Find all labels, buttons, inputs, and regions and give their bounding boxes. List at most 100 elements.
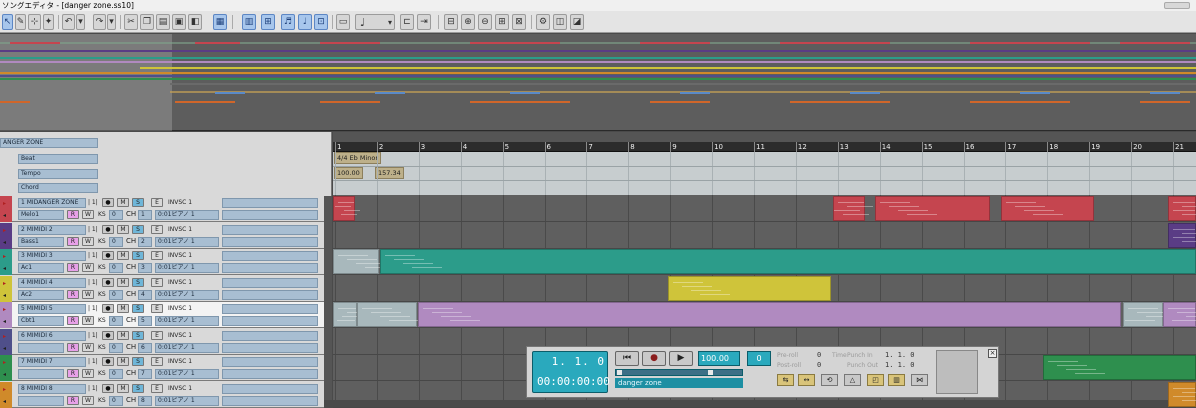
track-device-field[interactable] [222, 357, 318, 367]
track-device-field[interactable] [222, 277, 318, 288]
track-header[interactable]: ▸ ◂ 3 MIMIDI 3 | 1| ● M S E INVSC 1 Ac1 R… [0, 249, 324, 275]
save-icon[interactable]: ▭ [336, 14, 350, 30]
patch-detail-field[interactable] [222, 316, 318, 326]
read-button[interactable]: R [67, 236, 79, 246]
score-icon[interactable]: ◪ [570, 14, 584, 30]
midi-clip[interactable] [1168, 222, 1196, 248]
overview-viewport[interactable] [0, 34, 172, 131]
solo-button[interactable]: S [132, 383, 144, 393]
grid-icon[interactable]: ▥ [242, 14, 256, 30]
solo-button[interactable]: S [132, 198, 144, 207]
track-device-field[interactable] [222, 383, 318, 394]
expand-icon[interactable]: ▸ [3, 200, 6, 207]
rec-button[interactable]: ● [102, 330, 114, 340]
patch-field[interactable]: 0:01ピアノ 1 [155, 236, 219, 247]
track-remove-icon[interactable]: ⊖ [478, 14, 492, 30]
post-roll-value[interactable]: 0 [817, 361, 821, 369]
channel-value[interactable]: 8 [138, 395, 152, 406]
view-icon[interactable]: ▦ [213, 14, 227, 30]
redo-icon[interactable]: ↷ [93, 14, 106, 30]
write-button[interactable]: W [82, 210, 94, 219]
ks-value[interactable]: 0 [109, 369, 123, 379]
channel-value[interactable]: 3 [138, 263, 152, 273]
ks-value[interactable]: 0 [109, 236, 123, 247]
expand-icon[interactable]: ▸ [3, 306, 6, 313]
ks-value[interactable]: 0 [109, 395, 123, 406]
midi-clip[interactable] [1163, 302, 1196, 327]
track-header[interactable]: ▸ ◂ 2 MIMIDI 2 | 1| ● M S E INVSC 1 Bass1… [0, 222, 324, 249]
paste-icon[interactable]: ▤ [156, 14, 170, 30]
midi-clip[interactable] [1168, 196, 1196, 221]
edit-button[interactable]: E [151, 304, 163, 313]
seek-end-handle[interactable] [708, 370, 713, 375]
track-subname[interactable]: Cbt1 [18, 316, 64, 326]
patch-detail-field[interactable] [222, 263, 318, 273]
metronome-button[interactable]: △ [844, 374, 861, 386]
record-arm-icon[interactable]: ◂ [3, 398, 6, 405]
midi-clip[interactable] [380, 249, 1196, 274]
undo-history-icon[interactable]: ▾ [76, 14, 85, 30]
edit-button[interactable]: E [151, 251, 163, 260]
track-subname[interactable]: Melo1 [18, 210, 64, 220]
patch-detail-field[interactable] [222, 289, 318, 300]
read-button[interactable]: R [67, 342, 79, 352]
loop-toggle[interactable]: ⇆ [777, 374, 794, 386]
play-button[interactable]: ▶ [669, 351, 693, 366]
punch-out-value[interactable]: 1. 1. 0 [885, 361, 915, 369]
patch-detail-field[interactable] [222, 342, 318, 353]
record-arm-icon[interactable]: ◂ [3, 212, 6, 219]
track-header[interactable]: ▸ ◂ 6 MIMIDI 6 | 1| ● M S E INVSC 1 R W K… [0, 328, 324, 355]
marker-icon[interactable]: ⊡ [314, 14, 328, 30]
channel-value[interactable]: 6 [138, 342, 152, 353]
track-add-icon[interactable]: ⊕ [461, 14, 475, 30]
expand-icon[interactable]: ▸ [3, 359, 6, 366]
solo-button[interactable]: S [132, 224, 144, 234]
edit-button[interactable]: E [151, 383, 163, 393]
bar-ruler[interactable]: 1 2 3 4 5 6 7 8 9 10 11 12 13 14 15 16 17 18 19 20 21 [333, 142, 1196, 152]
sync-button[interactable]: ◰ [867, 374, 884, 386]
undo-icon[interactable]: ↶ [62, 14, 75, 30]
midi-clip[interactable] [668, 275, 831, 301]
window-controls[interactable] [1164, 2, 1190, 9]
patch-field[interactable]: 0:01ピアノ 1 [155, 369, 219, 379]
mixer-button[interactable]: ▥ [888, 374, 905, 386]
track-header[interactable]: ▸ ◂ 7 MIMIDI 7 | 1| ● M S E INVSC 1 R W K… [0, 355, 324, 381]
scene-button[interactable]: ⋈ [911, 374, 928, 386]
track-header[interactable]: ▸ ◂ 8 MIMIDI 8 | 1| ● M S E INVSC 1 R W K… [0, 381, 324, 408]
patch-field[interactable]: 0:01ピアノ 1 [155, 263, 219, 273]
delete-icon[interactable]: ▣ [172, 14, 186, 30]
midi-clip[interactable] [333, 196, 360, 221]
track-name[interactable]: 2 MIMIDI 2 [18, 224, 86, 235]
lyrics-icon[interactable]: ◫ [553, 14, 567, 30]
mute-button[interactable]: M [117, 251, 129, 260]
midi-clip[interactable] [418, 302, 1121, 327]
record-arm-icon[interactable]: ◂ [3, 318, 6, 325]
track-edit-icon[interactable]: ⊟ [444, 14, 458, 30]
read-button[interactable]: R [67, 210, 79, 219]
rec-button[interactable]: ● [102, 224, 114, 234]
pre-roll-value[interactable]: 0 [817, 351, 821, 359]
tempo-marker-1[interactable]: 100.00 [334, 167, 363, 179]
read-button[interactable]: R [67, 369, 79, 378]
tempo-row-label[interactable]: Tempo [18, 169, 98, 179]
solo-button[interactable]: S [132, 304, 144, 313]
track-scrollbar[interactable] [324, 196, 332, 400]
track-subname[interactable] [18, 342, 64, 353]
channel-value[interactable]: 4 [138, 289, 152, 300]
rec-button[interactable]: ● [102, 198, 114, 207]
track-device-field[interactable] [222, 251, 318, 261]
punch-in-value[interactable]: 1. 1. 0 [885, 351, 915, 359]
read-button[interactable]: R [67, 395, 79, 405]
pencil-tool-icon[interactable]: ✎ [15, 14, 26, 30]
rec-button[interactable]: ● [102, 357, 114, 366]
patch-detail-field[interactable] [222, 210, 318, 220]
midi-clip[interactable] [333, 302, 365, 327]
track-name[interactable]: 1 MIDANGER ZONE [18, 198, 86, 208]
midi-clip[interactable] [833, 196, 873, 221]
channel-value[interactable]: 7 [138, 369, 152, 379]
patch-field[interactable]: 0:01ピアノ 1 [155, 289, 219, 300]
rec-button[interactable]: ● [102, 277, 114, 287]
beat-field[interactable]: 0 [747, 351, 771, 366]
midi-clip[interactable] [875, 196, 990, 221]
track-name[interactable]: 3 MIMIDI 3 [18, 251, 86, 261]
